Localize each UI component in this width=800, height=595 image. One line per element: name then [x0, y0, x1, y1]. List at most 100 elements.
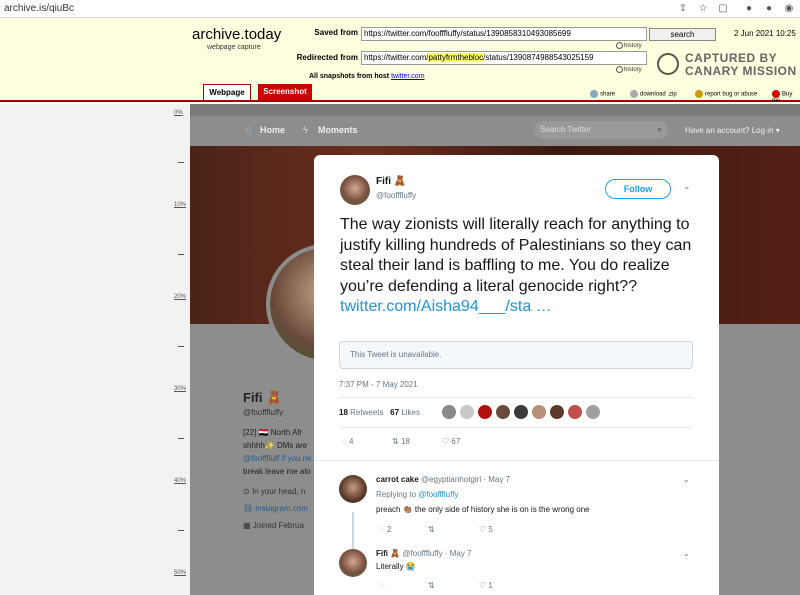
star-icon[interactable]: ☆: [696, 2, 710, 16]
follow-button[interactable]: Follow: [605, 179, 671, 199]
like-action[interactable]: ♡ 5: [479, 525, 493, 534]
tweet-avatar[interactable]: [340, 175, 370, 205]
archive-title[interactable]: archive.today: [192, 26, 281, 43]
liker-avatar[interactable]: [550, 405, 564, 419]
snapshots-host-link[interactable]: twitter.com: [391, 73, 424, 80]
tweet-link[interactable]: twitter.com/Aisha94___/sta …: [340, 298, 552, 315]
reply-action[interactable]: ◌: [380, 581, 385, 590]
tab-screenshot[interactable]: Screenshot: [258, 84, 312, 100]
liker-avatar[interactable]: [460, 405, 474, 419]
tweet-author-handle[interactable]: @foofffluffy: [376, 191, 416, 200]
retweets-count[interactable]: 18: [339, 408, 348, 417]
buy-link[interactable]: Buy me: [772, 90, 800, 104]
reply-author-handle[interactable]: @egyptianhotgirl: [421, 475, 481, 484]
archive-header: archive.today webpage capture Saved from…: [0, 18, 800, 104]
location-icon: ⊙: [243, 487, 252, 496]
extension-icon[interactable]: ●: [762, 2, 776, 16]
tweet-author-name[interactable]: Fifi 🧸: [376, 176, 406, 187]
capture-date: 2 Jun 2021 10:25: [734, 29, 796, 38]
retweet-action[interactable]: ⇅ 18: [392, 437, 410, 446]
extension-icon[interactable]: ◉: [782, 2, 796, 16]
browser-address-bar: archive.is/qiuBc ⇪ ☆ ▢ ● ● ◉: [0, 0, 800, 18]
twitter-search-input[interactable]: Search Twitter ⌕: [534, 121, 668, 139]
tab-webpage[interactable]: Webpage: [203, 84, 251, 100]
liker-avatar[interactable]: [568, 405, 582, 419]
reply-text: Literally 😭: [376, 562, 416, 571]
bio-line[interactable]: @foofffluff if you ne: [243, 454, 312, 463]
tweet-timestamp[interactable]: 7:37 PM - 7 May 2021: [339, 380, 418, 389]
ruler-label[interactable]: 40%: [174, 478, 186, 484]
replies-section: [314, 460, 719, 595]
liker-avatar[interactable]: [478, 405, 492, 419]
search-button[interactable]: search: [649, 28, 716, 41]
tweet-stats: 18 Retweets 67 Likes: [339, 408, 420, 417]
ruler-label[interactable]: 10%: [174, 202, 186, 208]
replying-to: Replying to @foofffluffy: [376, 490, 458, 499]
reply-date[interactable]: · May 7: [483, 475, 510, 484]
like-action[interactable]: ♡ 67: [442, 437, 460, 446]
profile-location: ⊙ In your head, n: [243, 487, 305, 496]
nav-home[interactable]: Home: [260, 125, 285, 135]
likes-count[interactable]: 67: [390, 408, 399, 417]
location-text: In your head, n: [251, 487, 306, 496]
ruler-tick: [178, 254, 184, 255]
tweet-modal: Fifi 🧸 @foofffluffy Follow ⌄ The way zio…: [314, 155, 719, 595]
reply-avatar[interactable]: [339, 549, 367, 577]
reply-author-name[interactable]: carrot cake: [376, 475, 419, 484]
ruler-tick: [178, 346, 184, 347]
twitter-nav: ⌂ Home ϟ Moments Search Twitter ⌕ Have an…: [190, 116, 800, 146]
reply-action[interactable]: ◌ 4: [342, 437, 353, 446]
like-count: 5: [488, 525, 493, 534]
reply-date[interactable]: · May 7: [445, 549, 472, 558]
nav-moments[interactable]: Moments: [318, 125, 358, 135]
chevron-down-icon[interactable]: ⌄: [683, 549, 690, 558]
reply-action[interactable]: ◌ 2: [380, 525, 391, 534]
divider: [339, 397, 693, 398]
retweets-label[interactable]: Retweets: [350, 408, 383, 417]
joined-text: Joined Februa: [252, 521, 304, 530]
liker-avatar[interactable]: [532, 405, 546, 419]
history-label: history: [624, 43, 642, 50]
reply-text: preach 👏🏽 the only side of history she i…: [376, 505, 590, 514]
share-icon[interactable]: ⇪: [676, 2, 690, 16]
saved-from-field[interactable]: https://twitter.com/foofffluffy/status/1…: [361, 27, 647, 41]
history-link[interactable]: history: [616, 42, 642, 49]
history-label: history: [624, 67, 642, 74]
ruler-label[interactable]: 0%: [174, 110, 183, 116]
redirected-from-field[interactable]: https://twitter.com/pattyfrmthebloc/stat…: [361, 51, 647, 65]
ruler-label[interactable]: 20%: [174, 294, 186, 300]
redirected-highlight: pattyfrmthebloc: [428, 53, 484, 62]
history-link[interactable]: history: [616, 66, 642, 73]
reply-author-name[interactable]: Fifi 🧸: [376, 549, 400, 558]
reply-author-handle[interactable]: @foofffluffy: [402, 549, 442, 558]
profile-website[interactable]: ⛓ instagram.com: [243, 504, 308, 513]
share-link[interactable]: share: [590, 90, 615, 98]
replying-to-link[interactable]: @foofffluffy: [418, 490, 458, 499]
like-action[interactable]: ♡ 1: [479, 581, 493, 590]
canary-line1: CAPTURED BY: [685, 51, 778, 65]
snapshots-label: All snapshots from host: [309, 73, 390, 80]
likes-label[interactable]: Likes: [401, 408, 420, 417]
chevron-down-icon[interactable]: ⌄: [683, 475, 690, 484]
ruler-label[interactable]: 50%: [174, 570, 186, 576]
bug-icon: [695, 90, 703, 98]
liker-avatar[interactable]: [442, 405, 456, 419]
ruler-label[interactable]: 30%: [174, 386, 186, 392]
clock-icon: [616, 66, 623, 73]
like-count: 67: [451, 437, 461, 446]
liker-avatar[interactable]: [586, 405, 600, 419]
address-url[interactable]: archive.is/qiuBc: [4, 3, 74, 14]
reply-avatar[interactable]: [339, 475, 367, 503]
retweet-action[interactable]: ⇅: [428, 525, 435, 534]
report-link[interactable]: report bug or abuse: [695, 90, 757, 98]
heart-icon: [772, 90, 780, 98]
liker-avatar[interactable]: [496, 405, 510, 419]
download-link[interactable]: download .zip: [630, 90, 677, 98]
login-prompt[interactable]: Have an account? Log in ▾: [685, 126, 780, 135]
liker-avatar[interactable]: [514, 405, 528, 419]
chevron-down-icon[interactable]: ⌄: [683, 181, 691, 192]
extension-icon[interactable]: ●: [742, 2, 756, 16]
bio-line: break leave me alo: [243, 467, 311, 476]
extension-icon[interactable]: ▢: [716, 2, 730, 16]
retweet-action[interactable]: ⇅: [428, 581, 435, 590]
